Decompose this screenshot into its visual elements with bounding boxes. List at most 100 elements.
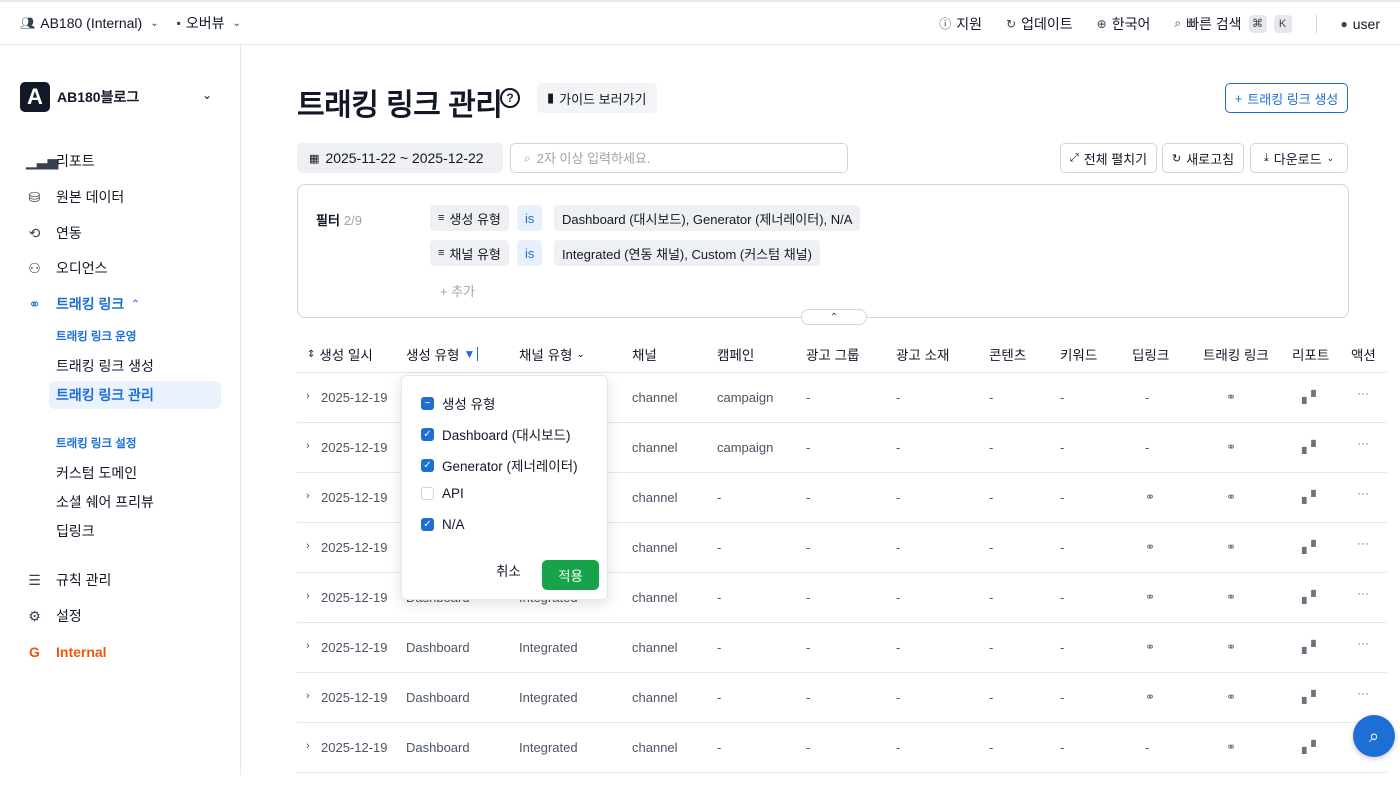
col-creation-type[interactable]: 생성 유형 ▼ <box>406 344 479 364</box>
filter-value-chip[interactable]: Dashboard (대시보드), Generator (제너레이터), N/A <box>554 205 861 231</box>
col-created-at[interactable]: ⇕ 생성 일시 <box>307 344 373 364</box>
chevron-down-icon: ⌄ <box>1326 152 1335 163</box>
expand-row-icon[interactable]: › <box>306 590 310 602</box>
option-api[interactable]: API <box>421 486 464 501</box>
collapse-filter-button[interactable]: ⌃ <box>801 309 867 325</box>
project-selector[interactable]: A AB180블로그 ⌄ <box>20 82 220 112</box>
sidebar-item-rules[interactable]: ☰ 규칙 관리 <box>26 569 111 591</box>
option-dashboard[interactable]: ✓ Dashboard (대시보드) <box>421 424 570 444</box>
chevron-down-icon: ⌄ <box>576 348 585 360</box>
cell-channel: channel <box>632 640 678 655</box>
tracking-link-icon[interactable]: ⚭ <box>1226 590 1236 604</box>
deeplink-icon[interactable]: ⚭ <box>1145 590 1155 604</box>
filter-field-label: 생성 유형 <box>449 211 501 227</box>
tracking-link-icon[interactable]: ⚭ <box>1226 690 1236 704</box>
report-icon[interactable]: ▖▘ <box>1302 390 1320 404</box>
sidebar-subitem-custom-domain[interactable]: 커스텀 도메인 <box>56 463 137 483</box>
sidebar-subitem-social-preview[interactable]: 소셜 쉐어 프리뷰 <box>56 492 154 512</box>
updates-link[interactable]: ↻ 업데이트 <box>1006 14 1073 34</box>
cell-keyword: - <box>1060 540 1065 555</box>
deeplink-icon[interactable]: ⚭ <box>1145 490 1155 504</box>
report-icon[interactable]: ▖▘ <box>1302 640 1320 654</box>
guide-button[interactable]: ▮ 가이드 보러가기 <box>537 83 657 113</box>
apply-button[interactable]: 적용 <box>542 560 599 590</box>
more-actions-icon[interactable]: ··· <box>1357 586 1369 600</box>
more-actions-icon[interactable]: ··· <box>1357 386 1369 400</box>
table-row[interactable]: › 2025-12-19 Dashboard Integrated channel - - -… <box>297 723 1387 773</box>
cell-creative: - <box>896 590 901 605</box>
deeplink-icon[interactable]: ⚭ <box>1145 540 1155 554</box>
col-channel-type[interactable]: 채널 유형 ⌄ <box>519 344 585 364</box>
filter-field-chip[interactable]: ≡ 생성 유형 <box>430 205 509 231</box>
filter-field-chip[interactable]: ≡ 채널 유형 <box>430 240 509 266</box>
table-row[interactable]: › 2025-12-19 Dashboard Integrated channel - - -… <box>297 623 1387 673</box>
report-icon[interactable]: ▖▘ <box>1302 740 1320 754</box>
language-selector[interactable]: ⊕ 한국어 <box>1097 14 1151 34</box>
table-row[interactable]: › 2025-12-19 Dashboard Integrated channel - - -… <box>297 673 1387 723</box>
tracking-link-icon[interactable]: ⚭ <box>1226 640 1236 654</box>
expand-row-icon[interactable]: › <box>306 740 310 752</box>
report-icon[interactable]: ▖▘ <box>1302 590 1320 604</box>
search-input[interactable] <box>536 150 827 166</box>
org-name: AB180 (Internal) <box>40 15 143 31</box>
add-filter-button[interactable]: + 추가 <box>440 281 475 300</box>
deeplink-icon[interactable]: ⚭ <box>1145 640 1155 654</box>
expand-row-icon[interactable]: › <box>306 440 310 452</box>
cell-campaign: - <box>717 690 722 705</box>
expand-row-icon[interactable]: › <box>306 640 310 652</box>
sidebar-subitem-manage[interactable]: 트래킹 링크 관리 <box>49 381 221 409</box>
filter-funnel-icon[interactable]: ▼ <box>463 347 479 361</box>
report-icon[interactable]: ▖▘ <box>1302 690 1320 704</box>
tracking-link-icon[interactable]: ⚭ <box>1226 540 1236 554</box>
sidebar-item-raw-data[interactable]: ⛁ 원본 데이터 <box>26 186 125 208</box>
sidebar-item-settings[interactable]: ⚙ 설정 <box>26 605 82 627</box>
expand-row-icon[interactable]: › <box>306 490 310 502</box>
date-range-picker[interactable]: ▦ 2025-11-22 ~ 2025-12-22 <box>297 143 503 173</box>
overview-selector[interactable]: ▪︎ 오버뷰 ⌄ <box>177 13 241 33</box>
support-chat-button[interactable]: ⌕ <box>1353 715 1395 757</box>
expand-row-icon[interactable]: › <box>306 690 310 702</box>
report-icon[interactable]: ▖▘ <box>1302 440 1320 454</box>
quick-search-button[interactable]: ⌕ 빠른 검색 ⌘ K <box>1174 14 1292 34</box>
option-generator[interactable]: ✓ Generator (제너레이터) <box>421 455 578 475</box>
deeplink-icon[interactable]: ⚭ <box>1145 690 1155 704</box>
expand-row-icon[interactable]: › <box>306 390 310 402</box>
filter-operator-chip[interactable]: is <box>517 205 543 231</box>
cancel-button[interactable]: 취소 <box>496 560 521 580</box>
sidebar-item-internal[interactable]: G Internal <box>26 641 107 663</box>
more-actions-icon[interactable]: ··· <box>1357 486 1369 500</box>
sidebar-item-integration[interactable]: ⟲ 연동 <box>26 222 82 244</box>
expand-row-icon[interactable]: › <box>306 540 310 552</box>
sidebar-subitem-deeplink[interactable]: 딥링크 <box>56 521 95 541</box>
cell-content: - <box>989 540 994 555</box>
more-actions-icon[interactable]: ··· <box>1357 436 1369 450</box>
create-tracking-link-button[interactable]: + 트래킹 링크 생성 <box>1225 83 1348 113</box>
tracking-link-icon[interactable]: ⚭ <box>1226 490 1236 504</box>
help-icon[interactable]: ? <box>500 88 520 108</box>
download-button[interactable]: ⤓ 다운로드 ⌄ <box>1250 143 1348 173</box>
refresh-button[interactable]: ↻ 새로고침 <box>1162 143 1244 173</box>
sidebar-item-label: 리포트 <box>56 153 95 169</box>
support-link[interactable]: ⓘ 지원 <box>939 14 982 34</box>
filter-operator-chip[interactable]: is <box>517 240 543 266</box>
tracking-link-icon[interactable]: ⚭ <box>1226 740 1236 754</box>
sidebar-item-tracking-link[interactable]: ⚭ 트래킹 링크 ⌃ <box>26 293 140 315</box>
tracking-link-icon[interactable]: ⚭ <box>1226 390 1236 404</box>
more-actions-icon[interactable]: ··· <box>1357 536 1369 550</box>
tracking-link-icon[interactable]: ⚭ <box>1226 440 1236 454</box>
sidebar-item-audience[interactable]: ⚇ 오디언스 <box>26 257 107 279</box>
cell-channel: channel <box>632 540 678 555</box>
option-na[interactable]: ✓ N/A <box>421 517 465 532</box>
select-all-checkbox[interactable]: − 생성 유형 <box>421 393 495 413</box>
report-icon[interactable]: ▖▘ <box>1302 490 1320 504</box>
org-selector[interactable]: 👥︎ AB180 (Internal) ⌄ <box>20 15 159 31</box>
more-actions-icon[interactable]: ··· <box>1357 686 1369 700</box>
more-actions-icon[interactable]: ··· <box>1357 636 1369 650</box>
sidebar-subitem-create[interactable]: 트래킹 링크 생성 <box>56 356 154 376</box>
expand-all-button[interactable]: ⤢ 전체 펼치기 <box>1060 143 1157 173</box>
cell-keyword: - <box>1060 390 1065 405</box>
user-menu[interactable]: ● user <box>1341 16 1380 32</box>
report-icon[interactable]: ▖▘ <box>1302 540 1320 554</box>
filter-value-chip[interactable]: Integrated (연동 채널), Custom (커스텀 채널) <box>554 240 820 266</box>
sidebar-item-report[interactable]: ▁▃▅ 리포트 <box>26 150 95 172</box>
